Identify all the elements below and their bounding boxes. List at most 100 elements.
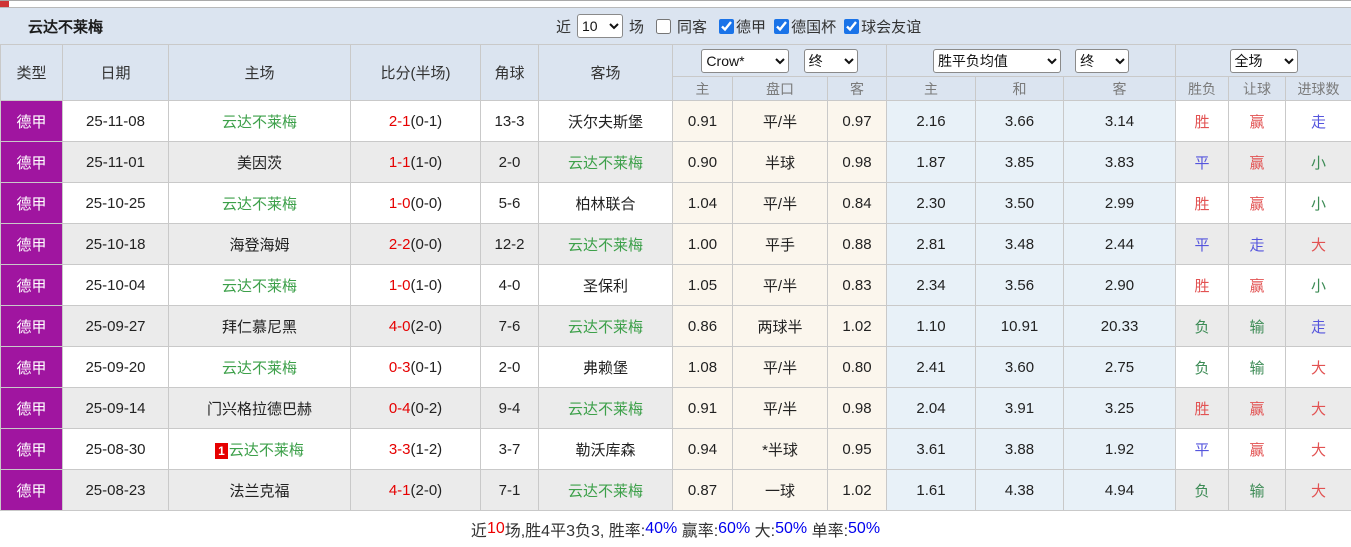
scope-group: 全场 bbox=[1176, 45, 1351, 77]
away-team-name[interactable]: 圣保利 bbox=[583, 278, 628, 295]
result-outcome: 胜 bbox=[1176, 183, 1229, 224]
corner-score: 9-4 bbox=[481, 388, 539, 429]
handicap-away-odds: 0.98 bbox=[828, 142, 887, 183]
away-team-cell: 柏林联合 bbox=[539, 183, 673, 224]
handicap-outcome: 赢 bbox=[1229, 183, 1286, 224]
home-team-name[interactable]: 云达不莱梅 bbox=[229, 442, 304, 459]
table-row: 德甲 25-11-01 美因茨 1-1(1-0) 2-0 云达不莱梅 0.90 … bbox=[1, 142, 1351, 183]
halftime-score: (0-0) bbox=[411, 195, 443, 212]
home-team-name[interactable]: 云达不莱梅 bbox=[222, 196, 297, 213]
avg-home-odds: 2.30 bbox=[887, 183, 976, 224]
handicap-home-odds: 1.04 bbox=[673, 183, 733, 224]
corner-score: 7-6 bbox=[481, 306, 539, 347]
away-team-cell: 云达不莱梅 bbox=[539, 142, 673, 183]
goals-outcome: 小 bbox=[1286, 183, 1351, 224]
score-cell: 0-3(0-1) bbox=[351, 347, 481, 388]
avg-away-odds: 20.33 bbox=[1064, 306, 1176, 347]
recent-count-select[interactable]: 10 bbox=[577, 14, 623, 38]
footer-stat-segment: 近 bbox=[471, 517, 487, 541]
handicap-away-odds: 0.84 bbox=[828, 183, 887, 224]
handicap-away-odds: 0.98 bbox=[828, 388, 887, 429]
league-checkbox[interactable] bbox=[774, 19, 789, 34]
home-team-cell: 云达不莱梅 bbox=[169, 265, 351, 306]
fulltime-score: 3-3 bbox=[389, 441, 411, 458]
away-team-name[interactable]: 云达不莱梅 bbox=[568, 319, 643, 336]
home-team-name[interactable]: 云达不莱梅 bbox=[222, 114, 297, 131]
match-date: 25-10-18 bbox=[63, 224, 169, 265]
corner-score: 13-3 bbox=[481, 101, 539, 142]
away-team-name[interactable]: 云达不莱梅 bbox=[568, 401, 643, 418]
red-corner-marker bbox=[0, 1, 9, 7]
match-date: 25-09-20 bbox=[63, 347, 169, 388]
match-date: 25-10-25 bbox=[63, 183, 169, 224]
home-team-name[interactable]: 海登海姆 bbox=[229, 237, 289, 254]
away-team-name[interactable]: 云达不莱梅 bbox=[568, 237, 643, 254]
sub-col-header: 让球 bbox=[1229, 77, 1286, 101]
handicap-line: 平/半 bbox=[733, 265, 828, 306]
handicap-outcome: 输 bbox=[1229, 347, 1286, 388]
handicap-home-odds: 0.86 bbox=[673, 306, 733, 347]
avg-away-odds: 3.83 bbox=[1064, 142, 1176, 183]
table-row: 德甲 25-08-30 1云达不莱梅 3-3(1-2) 3-7 勒沃库森 0.9… bbox=[1, 429, 1351, 470]
handicap-away-odds: 0.97 bbox=[828, 101, 887, 142]
bookmaker-select[interactable]: Crow* bbox=[701, 49, 789, 73]
handicap-outcome: 赢 bbox=[1229, 142, 1286, 183]
away-team-name[interactable]: 沃尔夫斯堡 bbox=[568, 114, 643, 131]
scope-select[interactable]: 全场 bbox=[1230, 49, 1298, 73]
halftime-score: (1-2) bbox=[411, 441, 443, 458]
goals-outcome: 大 bbox=[1286, 470, 1351, 511]
away-team-name[interactable]: 勒沃库森 bbox=[575, 442, 635, 459]
average-select[interactable]: 胜平负均值 bbox=[933, 49, 1061, 73]
home-team-name[interactable]: 云达不莱梅 bbox=[222, 360, 297, 377]
avg-away-odds: 3.25 bbox=[1064, 388, 1176, 429]
avg-draw-odds: 3.88 bbox=[976, 429, 1064, 470]
away-team-name[interactable]: 云达不莱梅 bbox=[568, 155, 643, 172]
league-checkbox[interactable] bbox=[844, 19, 859, 34]
league-checkbox[interactable] bbox=[719, 19, 734, 34]
home-team-name[interactable]: 美因茨 bbox=[237, 155, 282, 172]
home-team-name[interactable]: 云达不莱梅 bbox=[222, 278, 297, 295]
score-cell: 2-2(0-0) bbox=[351, 224, 481, 265]
result-outcome: 平 bbox=[1176, 142, 1229, 183]
avg-draw-odds: 3.60 bbox=[976, 347, 1064, 388]
away-team-name[interactable]: 弗赖堡 bbox=[583, 360, 628, 377]
handicap-line: 平/半 bbox=[733, 388, 828, 429]
home-team-name[interactable]: 拜仁慕尼黑 bbox=[222, 319, 297, 336]
average-stage-select[interactable]: 终 bbox=[1075, 49, 1129, 73]
handicap-away-odds: 0.88 bbox=[828, 224, 887, 265]
away-team-name[interactable]: 柏林联合 bbox=[575, 196, 635, 213]
fulltime-score: 2-1 bbox=[389, 113, 411, 130]
home-team-cell: 海登海姆 bbox=[169, 224, 351, 265]
table-row: 德甲 25-10-18 海登海姆 2-2(0-0) 12-2 云达不莱梅 1.0… bbox=[1, 224, 1351, 265]
handicap-home-odds: 0.91 bbox=[673, 101, 733, 142]
footer-stat-segment: 单率: bbox=[807, 517, 848, 541]
handicap-away-odds: 1.02 bbox=[828, 306, 887, 347]
avg-home-odds: 2.34 bbox=[887, 265, 976, 306]
handicap-home-odds: 0.94 bbox=[673, 429, 733, 470]
handicap-line: *半球 bbox=[733, 429, 828, 470]
home-team-name[interactable]: 门兴格拉德巴赫 bbox=[207, 401, 312, 418]
col-header-corner: 角球 bbox=[481, 45, 539, 101]
fulltime-score: 4-0 bbox=[389, 318, 411, 335]
league-filter-item: 德甲 bbox=[711, 16, 766, 37]
footer-stat-segment: 50% bbox=[775, 520, 807, 538]
sub-col-header: 和 bbox=[976, 77, 1064, 101]
handicap-line: 两球半 bbox=[733, 306, 828, 347]
avg-home-odds: 1.61 bbox=[887, 470, 976, 511]
match-date: 25-11-08 bbox=[63, 101, 169, 142]
avg-home-odds: 1.87 bbox=[887, 142, 976, 183]
handicap-outcome: 赢 bbox=[1229, 265, 1286, 306]
avg-away-odds: 3.14 bbox=[1064, 101, 1176, 142]
avg-home-odds: 1.10 bbox=[887, 306, 976, 347]
table-row: 德甲 25-08-23 法兰克福 4-1(2-0) 7-1 云达不莱梅 0.87… bbox=[1, 470, 1351, 511]
avg-home-odds: 2.04 bbox=[887, 388, 976, 429]
bookmaker-stage-select[interactable]: 终 bbox=[804, 49, 858, 73]
league-checkbox-label: 德国杯 bbox=[791, 16, 836, 37]
same-opponent-checkbox[interactable] bbox=[656, 19, 671, 34]
result-outcome: 负 bbox=[1176, 306, 1229, 347]
sub-col-header: 主 bbox=[887, 77, 976, 101]
home-team-name[interactable]: 法兰克福 bbox=[229, 483, 289, 500]
away-team-name[interactable]: 云达不莱梅 bbox=[568, 483, 643, 500]
league-badge: 德甲 bbox=[1, 183, 63, 224]
halftime-score: (1-0) bbox=[411, 277, 443, 294]
